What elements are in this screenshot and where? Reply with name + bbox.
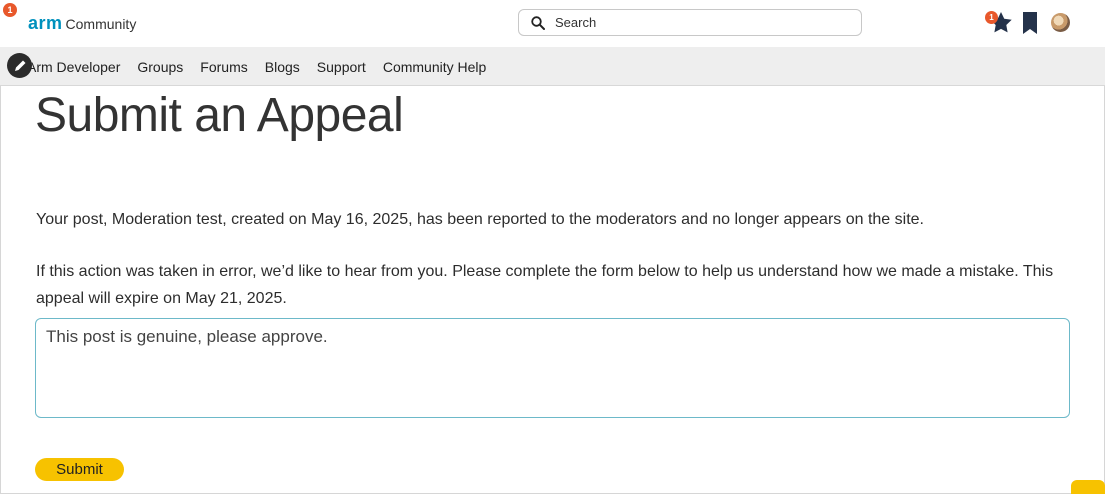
arm-community-logo[interactable]: arm Community [28,13,136,34]
logo-community-text: Community [65,16,137,32]
edit-button[interactable] [7,53,32,78]
nav-item-forums[interactable]: Forums [200,59,247,75]
page-title: Submit an Appeal [35,89,404,142]
favorites-button[interactable]: 1 [985,10,1012,36]
nav-item-blogs[interactable]: Blogs [265,59,300,75]
search-icon [531,15,545,30]
logo-arm-text: arm [28,13,63,33]
notification-badge[interactable]: 1 [3,3,17,17]
search-input[interactable] [553,14,847,31]
top-header: 1 arm Community 1 [0,0,1105,47]
user-avatar[interactable] [1051,13,1070,32]
feedback-tab[interactable] [1071,480,1105,494]
pencil-icon [14,60,25,71]
main-nav: Arm Developer Groups Forums Blogs Suppor… [0,47,1105,86]
nav-item-support[interactable]: Support [317,59,366,75]
submit-button[interactable]: Submit [35,458,124,481]
bookmark-icon[interactable] [1022,12,1038,34]
nav-item-arm-developer[interactable]: Arm Developer [27,59,120,75]
nav-items: Arm Developer Groups Forums Blogs Suppor… [27,47,503,86]
nav-item-community-help[interactable]: Community Help [383,59,486,75]
favorites-count-badge: 1 [985,11,998,24]
nav-item-groups[interactable]: Groups [137,59,183,75]
appeal-textarea[interactable]: This post is genuine, please approve. [35,318,1070,418]
moderation-notice: Your post, Moderation test, created on M… [36,211,924,228]
search-box[interactable] [518,9,862,36]
appeal-instructions: If this action was taken in error, we’d … [36,263,1054,307]
